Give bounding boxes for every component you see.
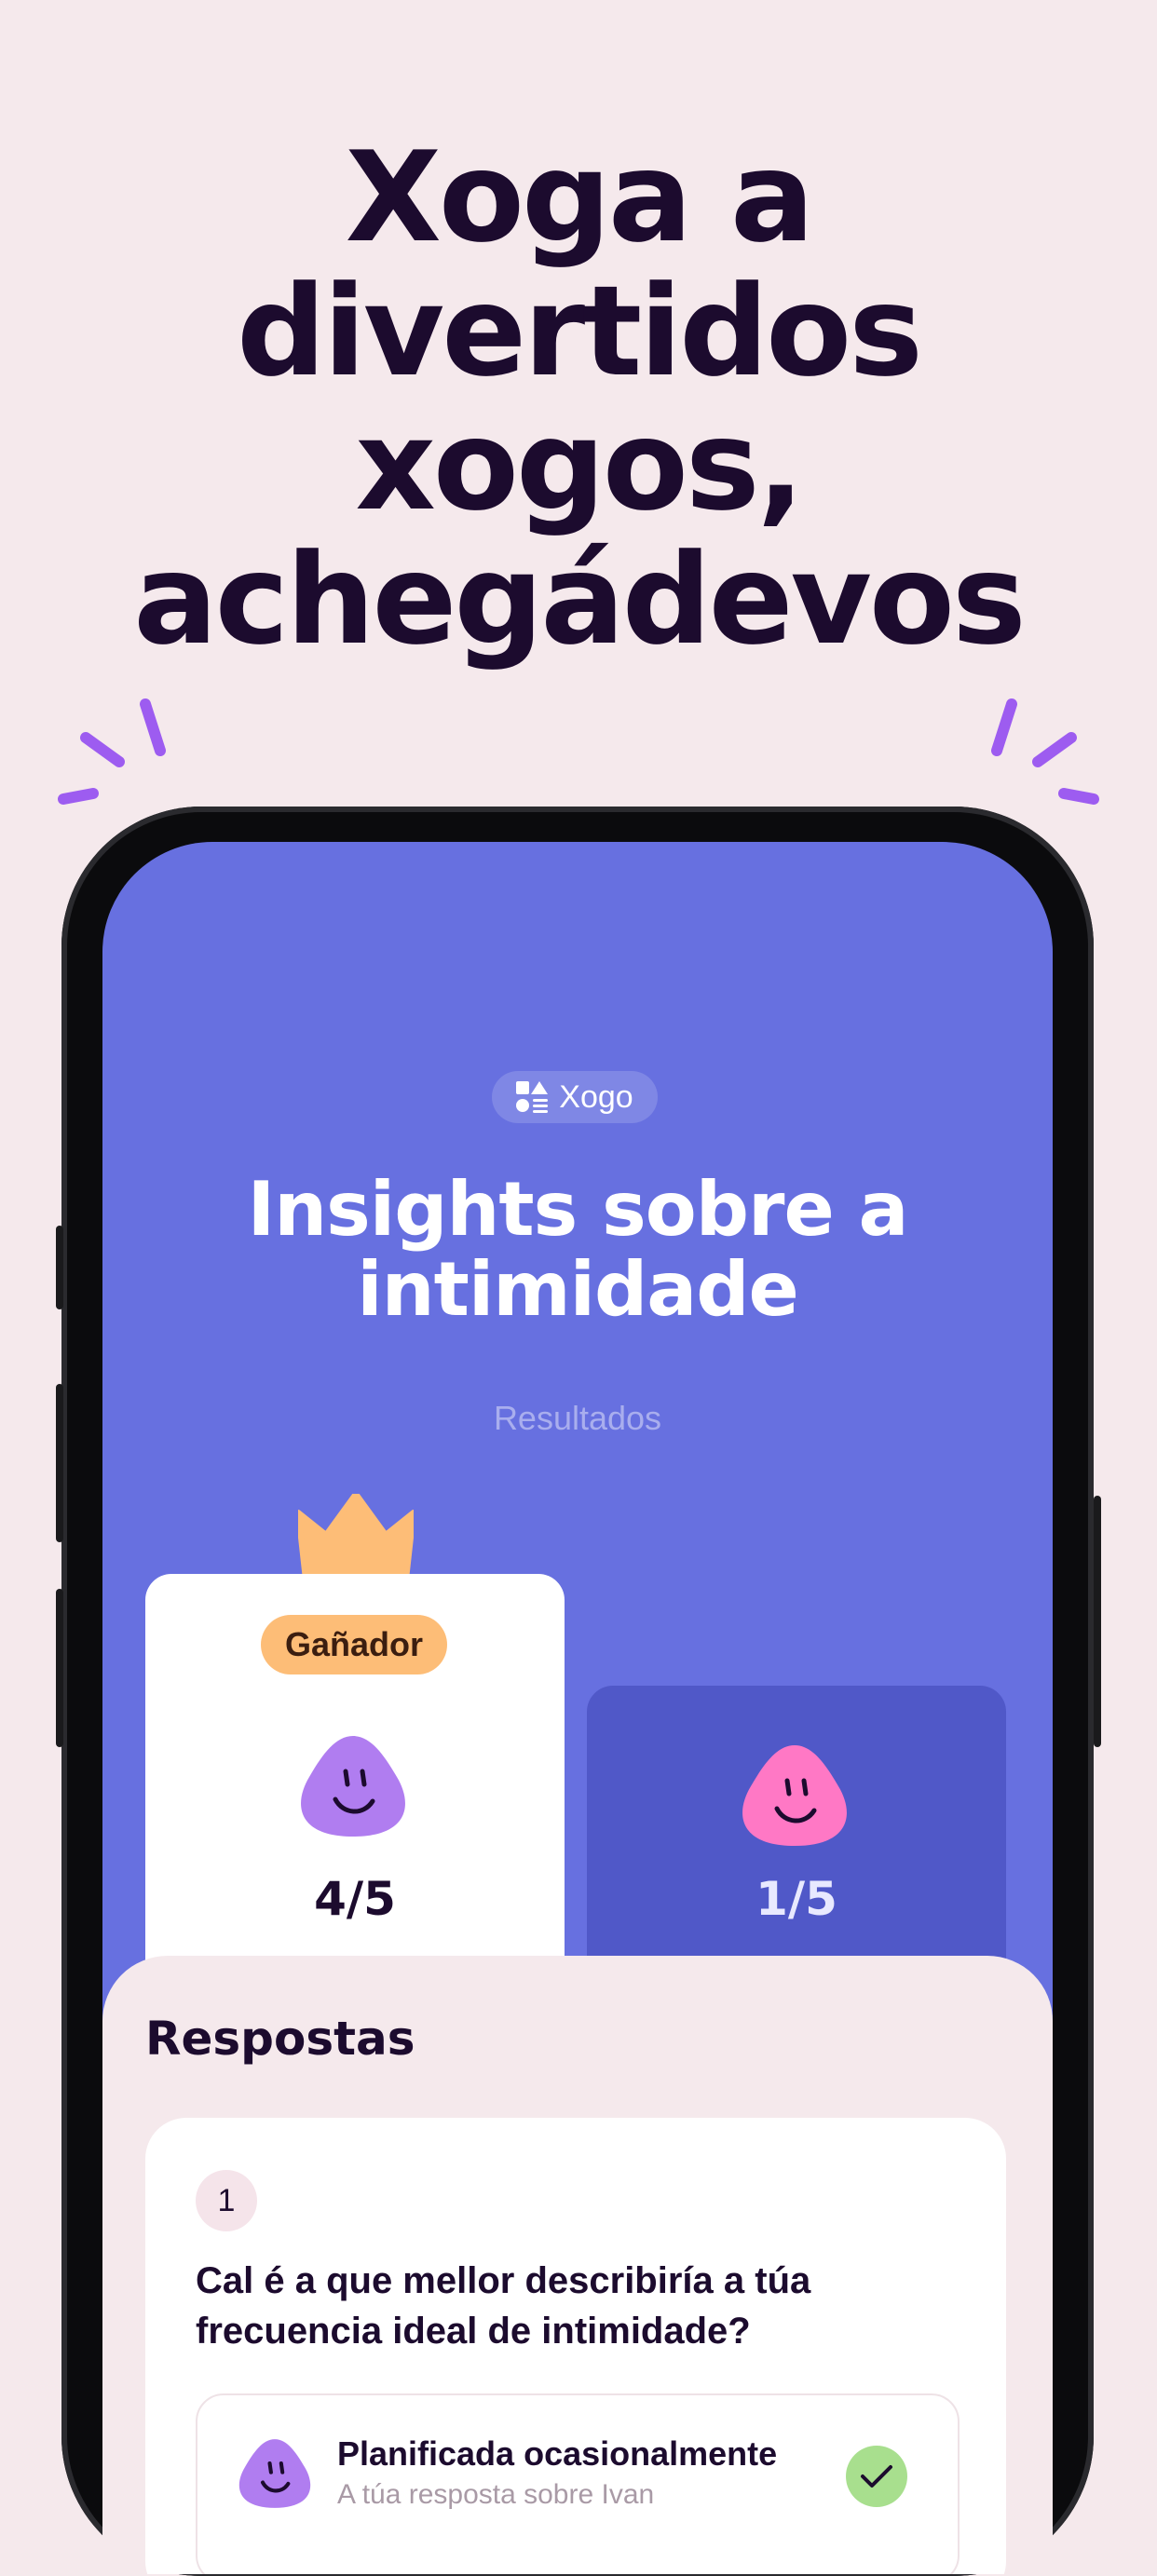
headline-line-2: divertidos	[237, 259, 923, 404]
smiley-blob-purple-icon	[238, 2439, 311, 2508]
marketing-headline: Xoga a divertidos xogos, achegádevos	[0, 130, 1157, 667]
phone-side-button	[56, 1226, 63, 1309]
sparkle-burst-right-icon	[991, 698, 1099, 805]
phone-side-button	[56, 1384, 63, 1542]
headline-line-3: xogos,	[355, 393, 804, 538]
results-subtitle: Resultados	[493, 1399, 662, 1437]
results-title: Insights sobre a intimidade	[102, 1170, 1053, 1330]
answer-subtitle: A túa resposta sobre Ivan	[337, 2479, 655, 2510]
answer-title: Planificada ocasionalmente	[337, 2434, 778, 2473]
headline-line-4: achegádevos	[133, 527, 1026, 672]
sparkle-burst-left-icon	[58, 698, 166, 805]
phone-screen: Xogo Insights sobre a intimidade Resulta…	[102, 842, 1053, 2574]
check-icon	[846, 2446, 907, 2507]
player-score: 1/5	[755, 1872, 837, 1926]
smiley-blob-pink-icon	[742, 1745, 847, 1846]
results-title-line-1: Insights sobre a	[247, 1166, 908, 1253]
answer-option[interactable]: Planificada ocasionalmente A túa respost…	[196, 2393, 960, 2574]
winner-score: 4/5	[314, 1872, 396, 1926]
answers-title: Respostas	[145, 2012, 415, 2066]
question-text: Cal é a que mellor describiría a túa fre…	[196, 2260, 811, 2352]
crown-icon	[298, 1494, 414, 1579]
game-shapes-icon	[516, 1081, 549, 1113]
game-type-label: Xogo	[559, 1078, 633, 1115]
phone-side-button	[1094, 1496, 1101, 1747]
headline-line-1: Xoga a	[345, 125, 815, 270]
winner-badge: Gañador	[261, 1615, 447, 1674]
question-card: 1 Cal é a que mellor describiría a túa f…	[145, 2118, 1006, 2574]
game-type-pill: Xogo	[492, 1071, 658, 1123]
smiley-blob-purple-icon	[301, 1736, 405, 1837]
answers-sheet[interactable]: Respostas 1 Cal é a que mellor describir…	[102, 1956, 1053, 2574]
phone-side-button	[56, 1589, 63, 1747]
results-title-line-2: intimidade	[357, 1246, 799, 1333]
question-number: 1	[196, 2170, 257, 2231]
